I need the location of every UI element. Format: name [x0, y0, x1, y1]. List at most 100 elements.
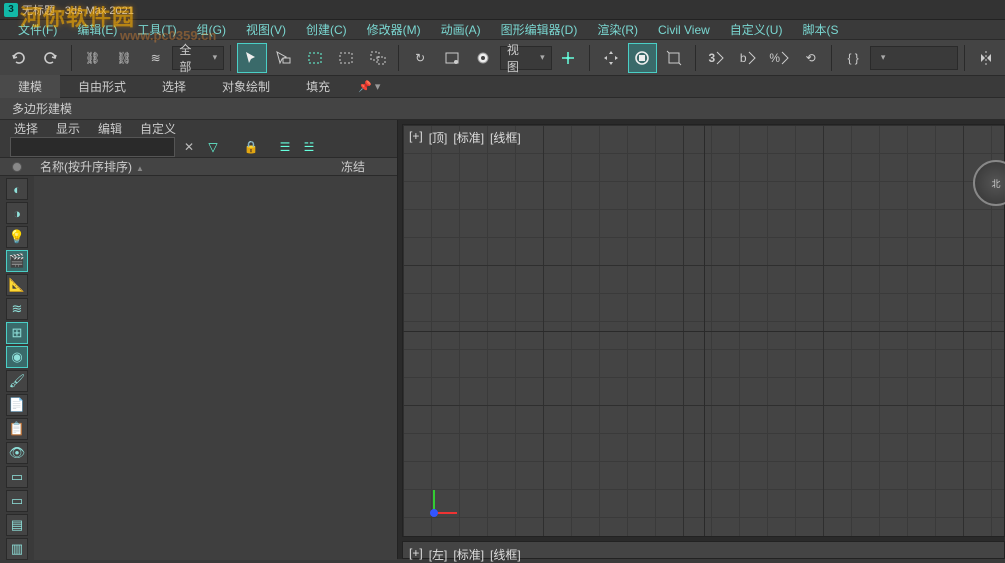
scene-menu-select[interactable]: 选择: [14, 120, 38, 137]
filter-spacewarp-icon[interactable]: ≋: [6, 298, 28, 320]
viewport-top[interactable]: [+] [顶] [标准] [线框]: [402, 124, 1005, 537]
select-object-button[interactable]: [237, 43, 266, 73]
region-button[interactable]: [437, 43, 466, 73]
filter-select[interactable]: 全部: [172, 46, 224, 70]
link-button[interactable]: ⛓: [78, 43, 107, 73]
spinner-icon: ⟲: [806, 51, 816, 65]
menu-graph-editors[interactable]: 图形编辑器(D): [491, 19, 588, 40]
viewport-menu-plus[interactable]: [+]: [409, 129, 423, 146]
menu-modifiers[interactable]: 修改器(M): [357, 19, 431, 40]
view-mode1-button[interactable]: ☰: [275, 137, 295, 157]
filter-xref-icon[interactable]: ◉: [6, 346, 28, 368]
toggle-1-icon[interactable]: ▭: [6, 466, 28, 488]
viewport-label-shade[interactable]: [标准]: [453, 546, 484, 563]
toggle-3-icon[interactable]: ▤: [6, 514, 28, 536]
filter-camera-icon[interactable]: 🎬: [6, 250, 28, 272]
angle-snap-button[interactable]: b: [733, 43, 762, 73]
ribbon-panel-label: 多边形建模: [0, 98, 1005, 120]
filter-light-icon[interactable]: 💡: [6, 226, 28, 248]
named-set-button[interactable]: { }: [838, 43, 867, 73]
select-rect-button[interactable]: [300, 43, 329, 73]
tab-object-paint[interactable]: 对象绘制: [204, 75, 288, 98]
percent-snap-button[interactable]: %: [764, 43, 793, 73]
filter-frozen-icon[interactable]: 📋: [6, 418, 28, 440]
separator-icon: [589, 45, 590, 71]
filter-bone-icon[interactable]: 🖌: [6, 370, 28, 392]
scene-menu-customize[interactable]: 自定义: [140, 120, 176, 137]
select-name-button[interactable]: [269, 43, 298, 73]
filter-hidden-icon[interactable]: 👁: [6, 442, 28, 464]
menu-view[interactable]: 视图(V): [236, 19, 296, 40]
viewport-left[interactable]: [+] [左] [标准] [线框]: [402, 541, 1005, 559]
refresh-icon: ↻: [415, 51, 425, 65]
ribbon-tabs: 建模 自由形式 选择 对象绘制 填充 📌 ▾: [0, 76, 1005, 98]
menu-create[interactable]: 创建(C): [296, 19, 357, 40]
menu-file[interactable]: 文件(F): [8, 19, 67, 40]
viewport-menu-plus[interactable]: [+]: [409, 546, 423, 563]
scale-button[interactable]: [659, 43, 688, 73]
close-icon: ✕: [184, 140, 194, 154]
orbit-button[interactable]: [468, 43, 497, 73]
tab-populate[interactable]: 填充: [288, 75, 348, 98]
toggle-2-icon[interactable]: ▭: [6, 490, 28, 512]
menu-render[interactable]: 渲染(R): [587, 19, 648, 40]
view-mode2-button[interactable]: ☱: [299, 137, 319, 157]
tree-icon: ☱: [304, 140, 315, 154]
search-input[interactable]: [10, 137, 175, 157]
scene-list-header: 名称(按升序排序)▲ 冻结: [0, 157, 397, 176]
filter-shape-icon[interactable]: ◑: [6, 202, 28, 224]
mirror-button[interactable]: [971, 43, 1000, 73]
bind-button[interactable]: ≋: [141, 43, 170, 73]
unlink-button[interactable]: ⛓: [109, 43, 138, 73]
filter-geometry-icon[interactable]: ◐: [6, 178, 28, 200]
menu-animation[interactable]: 动画(A): [431, 19, 491, 40]
select-crossing-button[interactable]: [363, 43, 392, 73]
clear-search-button[interactable]: ✕: [179, 137, 199, 157]
tab-freeform[interactable]: 自由形式: [60, 75, 144, 98]
select-window-button[interactable]: [332, 43, 361, 73]
column-freeze[interactable]: 冻结: [341, 158, 397, 175]
menu-edit[interactable]: 编辑(E): [67, 19, 127, 40]
angle-icon: b: [740, 51, 747, 65]
spinner-snap-button[interactable]: ⟲: [796, 43, 825, 73]
snap-3-button[interactable]: 3: [702, 43, 731, 73]
menu-civil-view[interactable]: Civil View: [648, 21, 720, 39]
scene-menu-edit[interactable]: 编辑: [98, 120, 122, 137]
refcoord-select[interactable]: 视图: [500, 46, 552, 70]
viewport-label-view[interactable]: [左]: [429, 546, 448, 563]
menu-tools[interactable]: 工具(T): [127, 19, 186, 40]
link-icon: ⛓: [85, 51, 100, 65]
tree-icon: ☰: [280, 140, 291, 154]
toggle-4-icon[interactable]: ▥: [6, 538, 28, 560]
rotate-button[interactable]: [628, 43, 657, 73]
menu-script[interactable]: 脚本(S: [792, 19, 848, 40]
filter-container-icon[interactable]: 📄: [6, 394, 28, 416]
filter-group-icon[interactable]: ⊞: [6, 322, 28, 344]
filter-helper-icon[interactable]: 📐: [6, 274, 28, 296]
viewport-label-view[interactable]: [顶]: [429, 129, 448, 146]
unlink-icon: ⛓: [117, 51, 132, 65]
viewport-label-shade[interactable]: [标准]: [453, 129, 484, 146]
refresh-button[interactable]: ↻: [405, 43, 434, 73]
named-set-select[interactable]: [870, 46, 959, 70]
viewport-label-mode[interactable]: [线框]: [490, 129, 521, 146]
menu-customize[interactable]: 自定义(U): [720, 19, 793, 40]
pct-icon: %: [769, 51, 780, 65]
redo-button[interactable]: [35, 43, 64, 73]
column-name[interactable]: 名称(按升序排序)▲: [34, 158, 341, 175]
tab-selection[interactable]: 选择: [144, 75, 204, 98]
move-button[interactable]: [596, 43, 625, 73]
lock-button[interactable]: 🔒: [241, 137, 261, 157]
ribbon-pin-button[interactable]: 📌 ▾: [358, 80, 380, 93]
tab-modeling[interactable]: 建模: [0, 75, 60, 98]
scene-list[interactable]: [34, 176, 397, 560]
menu-group[interactable]: 组(G): [187, 19, 236, 40]
pivot-button[interactable]: [554, 43, 583, 73]
scene-filter-icons: ◐ ◑ 💡 🎬 📐 ≋ ⊞ ◉ 🖌 📄 📋 👁 ▭ ▭ ▤ ▥: [0, 176, 34, 560]
bullet-icon: [12, 162, 22, 172]
undo-button[interactable]: [4, 43, 33, 73]
separator-icon: [964, 45, 965, 71]
viewport-label-mode[interactable]: [线框]: [490, 546, 521, 563]
scene-menu-display[interactable]: 显示: [56, 120, 80, 137]
filter-button[interactable]: ▽: [203, 137, 223, 157]
